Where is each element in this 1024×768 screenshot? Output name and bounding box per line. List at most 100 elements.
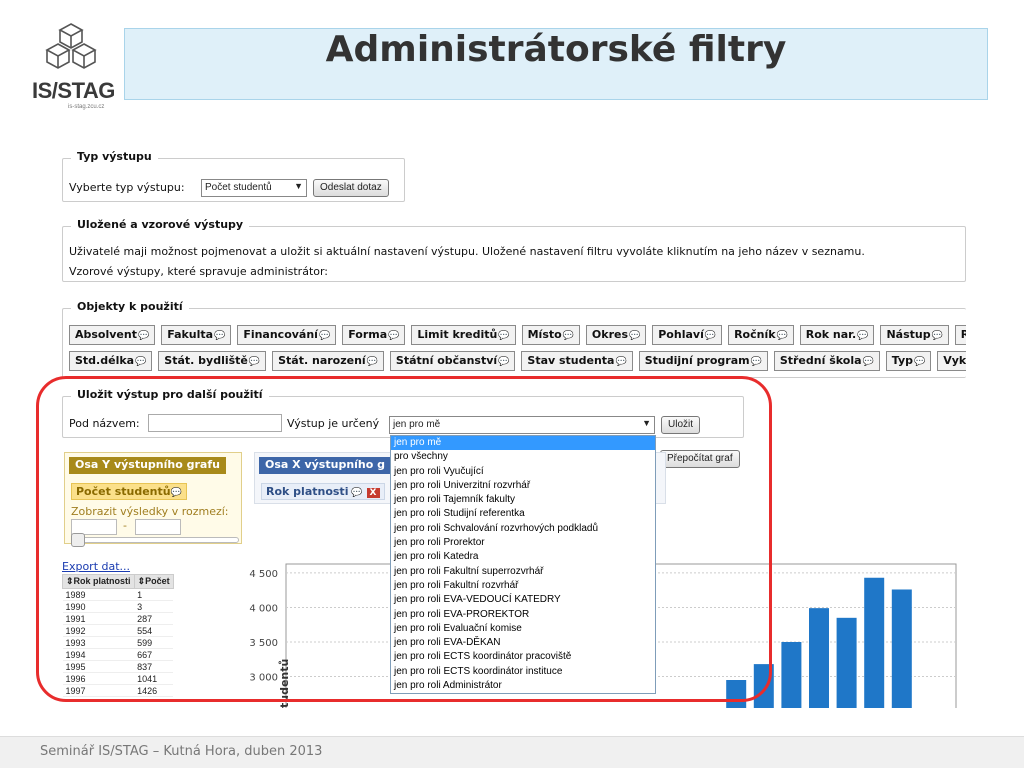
dropdown-option[interactable]: jen pro roli Katedra [391,550,655,564]
dropdown-option[interactable]: jen pro roli EVA-DĚKAN [391,636,655,650]
object-chip[interactable]: Limit kreditů💬 [411,325,516,345]
range-slider[interactable] [71,533,239,547]
submit-query-button[interactable]: Odeslat dotaz [313,179,389,197]
object-chip[interactable]: Stav studenta💬 [521,351,633,371]
comment-icon: 💬 [318,331,331,341]
object-chip[interactable]: Státní občanství💬 [389,351,516,371]
table-body: 1989 1 1990 3 1991 287 1992 554 1993 599 1994 667 19… [62,588,174,697]
object-chip[interactable]: Okres💬 [585,325,647,345]
object-chip[interactable]: Ročník💬 [728,325,794,345]
object-chip[interactable]: Stát. narození💬 [272,351,384,371]
object-chip[interactable]: Std.délka💬 [69,351,153,371]
dropdown-option[interactable]: jen pro roli Studijní referentka [391,507,655,521]
table-row: 1992 554 [62,624,174,637]
table-cell: 1992 [62,624,135,637]
object-chip[interactable]: Nástup💬 [880,325,949,345]
y-tick-label: 3 500 [249,638,278,649]
table-cell: 1990 [62,600,135,613]
table-cell: 554 [134,624,174,637]
column-header[interactable]: ⇕Rok platnosti [62,574,135,589]
dropdown-option[interactable]: jen pro roli Fakultní superrozvrhář [391,565,655,579]
object-chip[interactable]: Studijní program💬 [638,351,768,371]
dropdown-option[interactable]: jen pro roli Administrátor [391,679,655,693]
x-axis-chip-label: Rok platnosti [266,485,349,498]
x-axis-chip[interactable]: Rok platnosti 💬 X [261,483,385,500]
comment-icon: 💬 [776,331,788,341]
table-cell: 1991 [62,612,135,625]
intended-for-dropdown-list[interactable]: jen pro mě pro všechny jen pro roli Vyučuj… [390,435,656,695]
dropdown-option[interactable]: jen pro roli ECTS koordinátor pracoviště [391,650,655,664]
stack-cube-icon [45,23,97,69]
export-data-link[interactable]: Export dat... [62,560,130,573]
table-cell: 1995 [62,660,135,673]
dropdown-option[interactable]: jen pro roli Schvalování rozvrhových pod… [391,522,655,536]
object-chip[interactable]: Pohlaví💬 [652,325,723,345]
chip-label: Std.délka [75,354,135,367]
output-type-select[interactable]: Počet studentů ▼ [201,179,307,197]
dropdown-option[interactable]: jen pro roli Evaluační komise [391,622,655,636]
dropdown-option[interactable]: jen pro roli EVA-PROREKTOR [391,608,655,622]
chip-label: Absolvent [75,328,137,341]
sample-outputs-info: Vzorové výstupy, které spravuje administ… [69,265,329,278]
comment-icon: 💬 [629,331,641,341]
slider-handle[interactable] [71,533,85,547]
dropdown-option[interactable]: jen pro roli Tajemník fakulty [391,493,655,507]
chip-label: Forma [348,328,388,341]
slide-footer: Seminář IS/STAG – Kutná Hora, duben 2013 [0,736,1024,768]
object-chip[interactable]: Typ💬 [885,351,932,371]
object-chip[interactable]: Ro [954,325,966,345]
dropdown-option[interactable]: jen pro mě [391,436,655,451]
comment-icon: 💬 [170,488,182,498]
save-output-legend: Uložit výstup pro další použití [71,388,269,401]
data-table: ⇕Rok platnosti ⇕Počet 1989 1 1990 3 1991 287 19… [62,574,174,697]
dropdown-option[interactable]: jen pro roli ECTS koordinátor instituce [391,665,655,679]
object-chip[interactable]: Střední škola💬 [773,351,880,371]
save-button[interactable]: Uložit [661,416,701,434]
y-tick-label: 3 000 [249,673,278,684]
chart-bar [836,617,857,708]
object-chip[interactable]: Absolvent💬 [69,325,156,345]
object-chip[interactable]: Rok nar.💬 [799,325,875,345]
comment-icon: 💬 [562,331,574,341]
object-chip[interactable]: Místo💬 [521,325,580,345]
object-chip[interactable]: Fakulta💬 [161,325,232,345]
remove-x-axis-button[interactable]: X [366,488,380,498]
chevron-down-icon: ▼ [294,181,303,191]
dropdown-option[interactable]: pro všechny [391,450,655,464]
sort-icon: ⇕ [66,576,74,586]
dropdown-option[interactable]: jen pro roli Vyučující [391,465,655,479]
comment-icon: 💬 [388,331,400,341]
range-label: Zobrazit výsledky v rozmezí: [71,505,229,518]
range-to-input[interactable] [135,519,181,535]
dropdown-option[interactable]: jen pro roli EVA-VEDOUCÍ KATEDRY [391,593,655,607]
table-cell: 3 [134,600,174,613]
object-chip[interactable]: Forma💬 [342,325,406,345]
name-input[interactable] [148,414,282,432]
objects-legend: Objekty k použití [71,300,189,313]
y-axis-label: tudentů [278,659,291,708]
recalculate-chart-button[interactable]: Přepočítat graf [660,450,740,468]
chip-label: Ročník [734,328,776,341]
output-type-value: Počet studentů [205,182,272,193]
chip-label: Typ [891,354,913,367]
column-header[interactable]: ⇕Počet [133,574,174,589]
y-axis-chip[interactable]: Počet studentů💬 [71,483,187,500]
dropdown-option[interactable]: jen pro roli Fakultní rozvrhář [391,579,655,593]
output-type-legend: Typ výstupu [71,150,158,163]
comment-icon: 💬 [348,488,363,498]
chip-label: Stav studenta [527,354,615,367]
comment-icon: 💬 [498,331,510,341]
table-row: 1994 667 [62,648,174,661]
dropdown-option[interactable]: jen pro roli Prorektor [391,536,655,550]
object-chip[interactable]: Financování💬 [237,325,337,345]
comment-icon: 💬 [615,357,627,367]
comment-icon: 💬 [248,357,261,367]
comment-icon: 💬 [857,331,869,341]
dropdown-option[interactable]: jen pro roli Univerzitní rozvrhář [391,479,655,493]
intended-for-label: Výstup je určený [287,417,380,430]
intended-for-select[interactable]: jen pro mě ▼ [389,416,655,434]
table-row: 1989 1 [62,588,174,601]
object-chip[interactable]: Stát. bydliště💬 [158,351,267,371]
object-chip[interactable]: Vyk [937,351,966,371]
x-axis-header: Osa X výstupního g [259,457,392,474]
